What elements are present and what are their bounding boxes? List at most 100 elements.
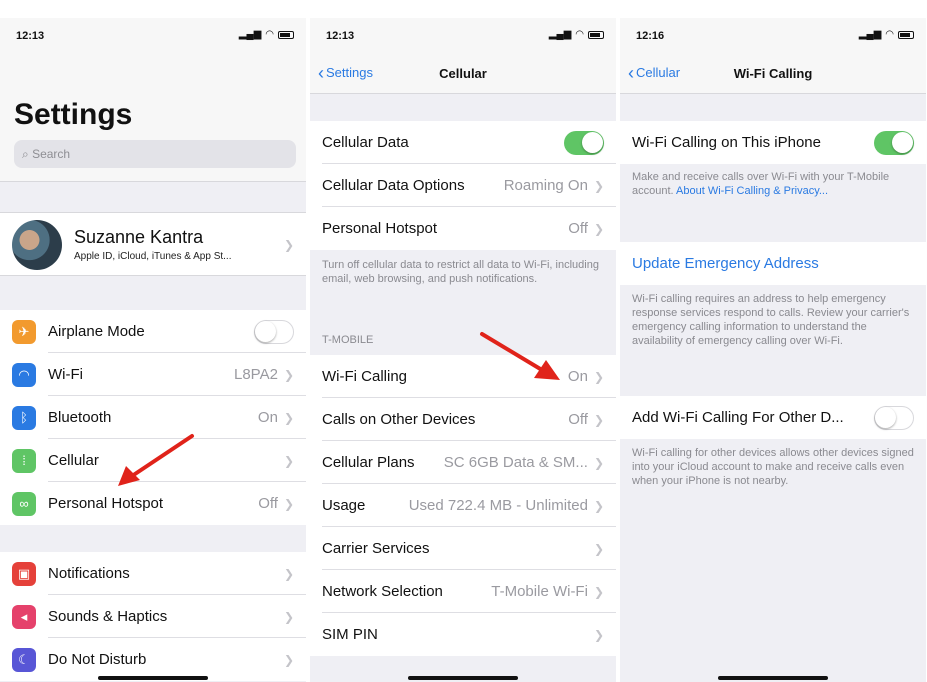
chevron-right-icon: ❯: [283, 652, 294, 667]
moon-icon: ☾: [12, 647, 36, 672]
wifi-status-icon: ◠: [575, 29, 584, 40]
chevron-right-icon: ❯: [283, 453, 294, 468]
settings-item-sounds-haptics[interactable]: ◂ Sounds & Haptics ❯: [0, 595, 306, 638]
page-title: Settings: [14, 98, 133, 131]
settings-item-value: On: [257, 409, 278, 426]
cellular-row-value: Off: [568, 411, 588, 428]
wifi-calling-screen: 12:16 ▂▄▆ ◠ ‹ Cellular Wi-Fi Calling Wi-…: [620, 18, 926, 682]
battery-icon: [588, 30, 604, 39]
other-devices-toggle-row[interactable]: Add Wi-Fi Calling For Other D...: [620, 396, 926, 439]
cellular-row-cellular-data[interactable]: Cellular Data: [310, 121, 616, 164]
wifi-status-icon: ◠: [265, 29, 274, 40]
cellular-row-value: Roaming On: [503, 177, 588, 194]
cellular-icon: ⁞: [12, 448, 36, 473]
status-icons: ▂▄▆ ◠: [239, 29, 294, 40]
cellular-data-toggle[interactable]: [564, 130, 604, 155]
chevron-right-icon: ❯: [593, 178, 604, 193]
about-wifi-calling-link[interactable]: About Wi-Fi Calling & Privacy...: [676, 185, 828, 197]
settings-item-label: Do Not Disturb: [48, 651, 147, 668]
status-time: 12:16: [636, 30, 665, 42]
sound-icon: ◂: [12, 604, 36, 629]
chevron-right-icon: ❯: [283, 609, 294, 624]
status-time: 12:13: [16, 30, 45, 42]
cellular-row-cellular-data-options[interactable]: Cellular Data Options Roaming On ❯: [310, 164, 616, 207]
chevron-right-icon: ❯: [593, 627, 604, 642]
chevron-right-icon: ❯: [283, 566, 294, 581]
status-bar: 12:13 ▂▄▆ ◠: [310, 18, 616, 52]
wifi-calling-note: Make and receive calls over Wi-Fi with y…: [632, 170, 914, 198]
update-emergency-address-row[interactable]: Update Emergency Address: [620, 242, 926, 285]
profile-subtitle: Apple ID, iCloud, iTunes & App St...: [74, 251, 232, 262]
chevron-right-icon: ❯: [283, 367, 294, 382]
settings-item-label: Sounds & Haptics: [48, 608, 168, 625]
bluetooth-icon: ᛒ: [12, 405, 36, 430]
settings-item-airplane-mode[interactable]: ✈ Airplane Mode: [0, 310, 306, 353]
nav-bar: ‹ Settings Cellular: [310, 52, 616, 94]
battery-icon: [898, 30, 914, 39]
cellular-row-calls-on-other-devices[interactable]: Calls on Other Devices Off ❯: [310, 398, 616, 441]
cellular-row-carrier-services[interactable]: Carrier Services ❯: [310, 527, 616, 570]
cellular-row-cellular-plans[interactable]: Cellular Plans SC 6GB Data & SM... ❯: [310, 441, 616, 484]
cellular-row-usage[interactable]: Usage Used 722.4 MB - Unlimited ❯: [310, 484, 616, 527]
signal-icon: ▂▄▆: [858, 29, 882, 40]
settings-item-bluetooth[interactable]: ᛒ Bluetooth On ❯: [0, 396, 306, 439]
chevron-right-icon: ❯: [593, 369, 604, 384]
apple-id-profile-row[interactable]: Suzanne Kantra Apple ID, iCloud, iTunes …: [0, 212, 306, 276]
cellular-row-sim-pin[interactable]: SIM PIN ❯: [310, 613, 616, 656]
settings-item-notifications[interactable]: ▣ Notifications ❯: [0, 552, 306, 595]
wifi-calling-toggle[interactable]: [874, 130, 914, 155]
chevron-right-icon: ❯: [593, 541, 604, 556]
settings-item-personal-hotspot[interactable]: ∞ Personal Hotspot Off ❯: [0, 482, 306, 525]
chevron-right-icon: ❯: [283, 238, 294, 252]
emergency-note: Wi-Fi calling requires an address to hel…: [632, 293, 910, 347]
signal-icon: ▂▄▆: [548, 29, 572, 40]
cellular-row-value: Off: [568, 220, 588, 237]
home-indicator: [408, 676, 518, 680]
cellular-screen: 12:13 ▂▄▆ ◠ ‹ Settings Cellular Cellular…: [310, 18, 616, 682]
chevron-right-icon: ❯: [593, 455, 604, 470]
cellular-row-label: Network Selection: [322, 583, 443, 600]
settings-item-value: L8PA2: [234, 366, 278, 383]
airplane-mode-toggle[interactable]: [254, 319, 294, 344]
update-emergency-address-label: Update Emergency Address: [632, 255, 819, 272]
cellular-data-note: Turn off cellular data to restrict all d…: [322, 259, 599, 285]
status-icons: ▂▄▆ ◠: [859, 29, 914, 40]
signal-icon: ▂▄▆: [238, 29, 262, 40]
cellular-row-label: Cellular Data Options: [322, 177, 465, 194]
cellular-row-label: SIM PIN: [322, 626, 378, 643]
settings-item-value: Off: [258, 495, 278, 512]
hotspot-icon: ∞: [12, 491, 36, 516]
section-header-carrier: T-MOBILE: [322, 334, 374, 346]
chevron-right-icon: ❯: [593, 412, 604, 427]
settings-item-label: Personal Hotspot: [48, 495, 164, 512]
cellular-row-label: Cellular Plans: [322, 454, 415, 471]
settings-item-cellular[interactable]: ⁞ Cellular ❯: [0, 439, 306, 482]
wifi-icon: ◠: [12, 362, 36, 387]
cellular-row-personal-hotspot[interactable]: Personal Hotspot Off ❯: [310, 207, 616, 250]
settings-item-label: Airplane Mode: [48, 323, 145, 340]
status-icons: ▂▄▆ ◠: [549, 29, 604, 40]
home-indicator: [98, 676, 208, 680]
cellular-row-network-selection[interactable]: Network Selection T-Mobile Wi-Fi ❯: [310, 570, 616, 613]
chevron-right-icon: ❯: [593, 498, 604, 513]
other-devices-note: Wi-Fi calling for other devices allows o…: [632, 447, 914, 487]
cellular-row-value: Used 722.4 MB - Unlimited: [408, 497, 588, 514]
chevron-right-icon: ❯: [283, 410, 294, 425]
notifications-icon: ▣: [12, 561, 36, 586]
wifi-calling-label: Wi-Fi Calling on This iPhone: [632, 134, 821, 151]
search-input[interactable]: ⌕ Search: [14, 140, 296, 168]
cellular-row-value: On: [567, 368, 588, 385]
wifi-calling-toggle-row[interactable]: Wi-Fi Calling on This iPhone: [620, 121, 926, 164]
battery-icon: [278, 30, 294, 39]
chevron-right-icon: ❯: [593, 584, 604, 599]
nav-title: Wi-Fi Calling: [733, 66, 813, 81]
cellular-row-label: Carrier Services: [322, 540, 430, 557]
cellular-row-wi-fi-calling[interactable]: Wi-Fi Calling On ❯: [310, 355, 616, 398]
avatar: [12, 220, 62, 270]
nav-bar: ‹ Cellular Wi-Fi Calling: [620, 52, 926, 94]
search-icon: ⌕: [22, 147, 33, 161]
chevron-right-icon: ❯: [283, 496, 294, 511]
settings-item-wi-fi[interactable]: ◠ Wi-Fi L8PA2 ❯: [0, 353, 306, 396]
other-devices-toggle[interactable]: [874, 405, 914, 430]
settings-item-do-not-disturb[interactable]: ☾ Do Not Disturb ❯: [0, 638, 306, 681]
